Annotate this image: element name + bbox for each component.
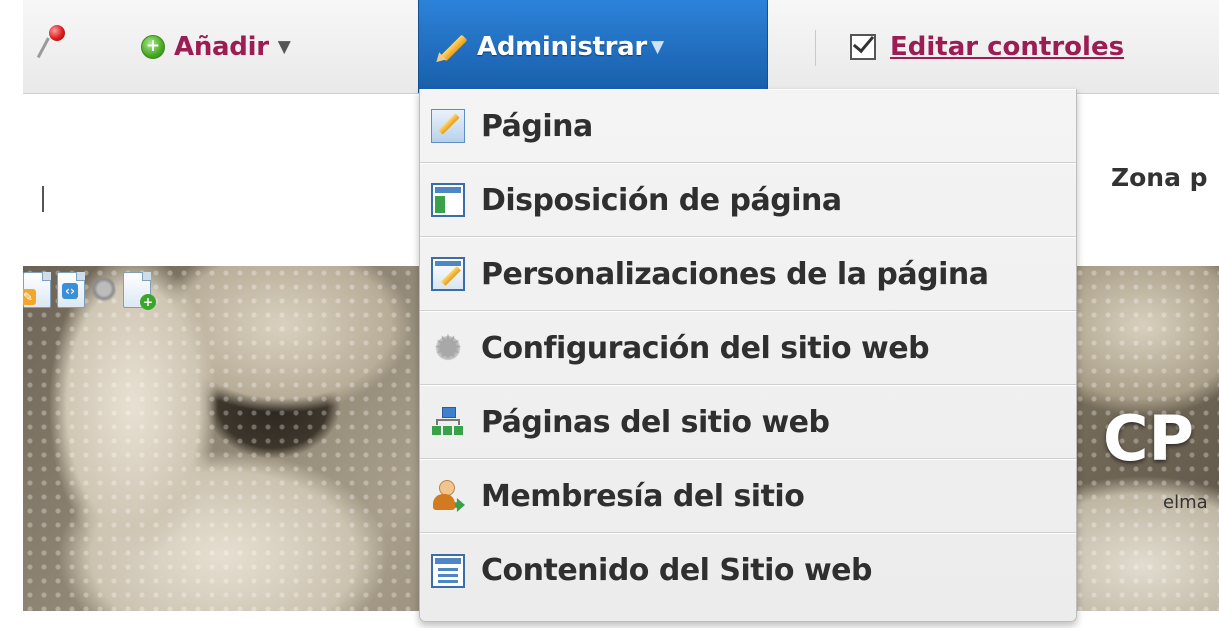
configure-gear-icon[interactable] (91, 272, 117, 306)
chevron-down-icon: ▼ (277, 36, 291, 57)
page-layout-icon (431, 183, 465, 217)
add-icon: + (141, 34, 165, 59)
menu-item-label: Página (481, 108, 593, 144)
dockbar: + Añadir ▼ Administrar ▼ Editar controle… (23, 0, 1219, 94)
administrar-dropdown-menu: Página Disposición de página Personaliza… (419, 89, 1077, 622)
checkbox-checked-icon[interactable] (850, 33, 876, 60)
administrar-menu-button[interactable]: Administrar ▼ (418, 0, 768, 93)
site-content-icon (431, 553, 465, 588)
add-label: Añadir (174, 31, 269, 62)
embed-code-icon[interactable]: ‹› (57, 272, 85, 308)
pin-icon[interactable] (35, 0, 75, 93)
menu-item-label: Páginas del sitio web (481, 404, 830, 440)
pin-needle (36, 37, 50, 59)
menu-item-membresia[interactable]: Membresía del sitio (420, 459, 1076, 533)
menu-item-paginas[interactable]: Páginas del sitio web (420, 385, 1076, 459)
menu-item-label: Personalizaciones de la página (481, 256, 989, 292)
edit-controls-link[interactable]: Editar controles (890, 32, 1124, 62)
administrar-label: Administrar (477, 31, 647, 62)
pin-head (49, 25, 65, 41)
banner-subtext: elma (1163, 492, 1208, 513)
menu-item-pagina[interactable]: Página (420, 89, 1076, 163)
page-customization-icon (431, 257, 465, 291)
add-page-icon[interactable]: + (123, 272, 156, 310)
page-edit-icon (431, 109, 465, 143)
pencil-icon (432, 30, 469, 66)
menu-item-disposicion[interactable]: Disposición de página (420, 163, 1076, 237)
menu-item-label: Disposición de página (481, 182, 842, 218)
sitemap-icon (431, 405, 465, 439)
gear-icon (431, 328, 465, 368)
zone-heading: Zona p (1111, 163, 1208, 192)
membership-icon (431, 479, 465, 513)
portlet-toolbar: ✎ ‹› + (23, 266, 156, 310)
text-cursor (42, 186, 44, 212)
banner-logo-text: CP (1103, 402, 1194, 475)
menu-item-personalizaciones[interactable]: Personalizaciones de la página (420, 237, 1076, 311)
edit-controls-toggle[interactable]: Editar controles (850, 0, 1124, 93)
menu-item-label: Configuración del sitio web (481, 330, 930, 366)
edit-page-icon[interactable]: ✎ (23, 272, 51, 308)
menu-item-label: Contenido del Sitio web (481, 553, 873, 588)
menu-item-configuracion[interactable]: Configuración del sitio web (420, 311, 1076, 385)
menu-item-contenido[interactable]: Contenido del Sitio web (420, 533, 1076, 607)
menu-item-label: Membresía del sitio (481, 478, 805, 514)
add-menu-button[interactable]: + Añadir ▼ (141, 0, 291, 93)
dockbar-divider (815, 30, 816, 66)
chevron-down-icon: ▼ (650, 36, 665, 57)
